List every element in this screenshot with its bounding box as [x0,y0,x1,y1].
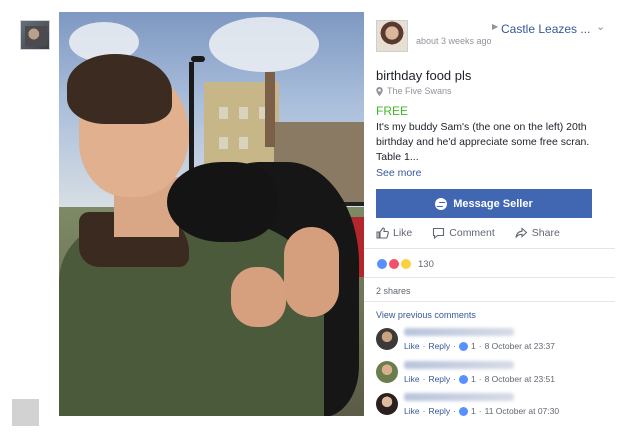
comment-item: Like · Reply · 1 · 11 October at 07:30 [376,393,606,416]
comment-author-redacted [404,393,514,401]
comment-like-link[interactable]: Like [404,406,420,416]
message-seller-button[interactable]: Message Seller [376,189,592,218]
see-more-link[interactable]: See more [376,167,422,179]
thumbs-up-icon [376,227,389,239]
comment-meta: Like · Reply · 1 · 11 October at 07:30 [404,406,559,416]
location-label: The Five Swans [387,86,452,96]
comment-reply-link[interactable]: Reply [428,341,450,351]
like-button[interactable]: Like [376,227,412,239]
comment-item: Like · Reply · 1 · 8 October at 23:37 [376,328,606,358]
separator-dot: · [478,374,482,384]
photo-hand [284,227,339,317]
photo-window [219,107,228,119]
thumbnail-image [25,26,47,46]
messenger-icon [435,197,448,210]
comment-author-redacted [404,361,514,369]
comment-reply-link[interactable]: Reply [428,374,450,384]
photo-window [219,137,228,149]
listing-photo [59,12,364,416]
share-arrow-icon [515,227,528,238]
comment-avatar[interactable] [376,393,398,415]
location-pin-icon [376,86,383,96]
comment-icon [433,227,445,239]
like-icon [459,341,469,351]
comment-time[interactable]: 8 October at 23:51 [485,374,555,384]
photo-window [239,137,248,149]
separator-dot: · [478,341,482,351]
comment-reaction-count: 1 [471,341,476,351]
photo-dog-head [167,162,277,242]
separator-dot: · [478,406,482,416]
separator-dot: · [453,374,457,384]
like-icon [459,374,469,384]
comment-button[interactable]: Comment [432,227,495,239]
comment-reply-link[interactable]: Reply [428,406,450,416]
comment-like-link[interactable]: Like [404,341,420,351]
comment-author-redacted [404,328,514,336]
divider [364,301,615,302]
view-previous-comments-link[interactable]: View previous comments [376,310,476,320]
listing-description: It's my buddy Sam's (the one on the left… [376,121,590,163]
love-icon [388,258,400,270]
like-label: Like [393,227,413,239]
comment-reaction-count: 1 [471,374,476,384]
shares-count[interactable]: 2 shares [376,286,411,296]
comment-like-link[interactable]: Like [404,374,420,384]
message-seller-label: Message Seller [453,197,533,210]
photo-hand [231,267,286,327]
comment-item: Like · Reply · 1 · 8 October at 23:51 [376,361,606,391]
play-arrow-icon: ▶ [492,22,499,31]
comment-time[interactable]: 8 October at 23:37 [485,341,555,351]
reaction-count: 130 [418,258,434,270]
thumbnail-next[interactable] [12,399,39,426]
reaction-summary[interactable]: 130 [376,258,434,270]
seller-name[interactable]: Castle Leazes ... [501,22,590,36]
comment-meta: Like · Reply · 1 · 8 October at 23:37 [404,341,555,351]
divider [364,248,615,249]
photo-cloud [209,17,319,72]
separator-dot: · [453,341,457,351]
listing-location[interactable]: The Five Swans [376,86,452,96]
haha-icon [400,258,412,270]
listing-price: FREE [376,104,409,118]
like-icon [376,258,388,270]
divider [364,277,615,278]
listing-panel: ▶ Castle Leazes ... about 3 weeks ago ⌄ … [364,12,615,416]
share-label: Share [531,227,560,239]
separator-dot: · [422,341,426,351]
chevron-down-icon[interactable]: ⌄ [596,20,605,33]
comment-avatar[interactable] [376,361,398,383]
listing-title: birthday food pls [376,68,472,83]
photo-lamp [191,56,205,62]
posted-time[interactable]: about 3 weeks ago [416,36,492,46]
separator-dot: · [422,406,426,416]
photo-chimney [265,72,275,147]
thumbnail-current[interactable] [20,20,50,50]
comment-meta: Like · Reply · 1 · 8 October at 23:51 [404,374,555,384]
comment-time[interactable]: 11 October at 07:30 [485,406,560,416]
comment-reaction-count: 1 [471,406,476,416]
post-actions: Like Comment Share [376,224,596,242]
comment-label: Comment [449,227,495,239]
seller-avatar[interactable] [376,20,408,52]
separator-dot: · [453,406,457,416]
photo-window [239,107,248,119]
separator-dot: · [422,374,426,384]
share-button[interactable]: Share [515,227,560,239]
like-icon [459,406,469,416]
comment-avatar[interactable] [376,328,398,350]
